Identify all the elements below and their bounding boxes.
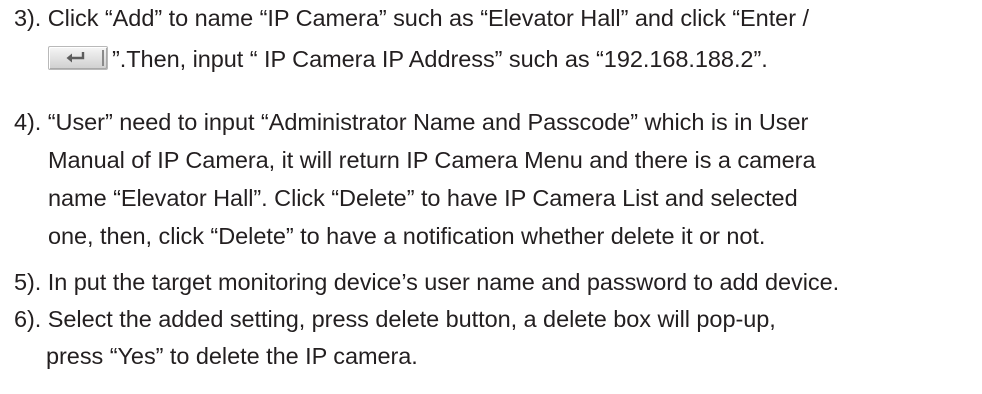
step-4-line-2: Manual of IP Camera, it will return IP C… — [48, 147, 816, 173]
step-3-line-2-text: ”.Then, input “ IP Camera IP Address” su… — [112, 46, 768, 72]
step-6-line-2: press “Yes” to delete the IP camera. — [46, 343, 418, 369]
step-6-line-1: 6). Select the added setting, press dele… — [14, 306, 776, 332]
step-3-line-1: 3). Click “Add” to name “IP Camera” such… — [14, 5, 809, 31]
enter-key-edge — [102, 50, 104, 66]
enter-key-icon — [48, 46, 108, 70]
step-4-line-4: one, then, click “Delete” to have a noti… — [48, 223, 766, 249]
step-4-line-1: 4). “User” need to input “Administrator … — [14, 109, 809, 135]
step-3-line-2: ”.Then, input “ IP Camera IP Address” su… — [48, 43, 768, 73]
step-4-line-3: name “Elevator Hall”. Click “Delete” to … — [48, 185, 798, 211]
step-5-line-1: 5). In put the target monitoring device’… — [14, 269, 840, 295]
return-arrow-icon — [66, 52, 85, 63]
